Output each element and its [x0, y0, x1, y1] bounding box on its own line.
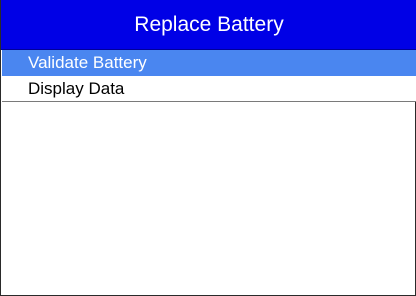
- device-screen: Replace Battery Validate Battery Display…: [0, 0, 416, 296]
- menu-list: Validate Battery Display Data: [2, 50, 416, 102]
- menu-item-display-data[interactable]: Display Data: [2, 76, 416, 102]
- menu-item-validate-battery[interactable]: Validate Battery: [2, 50, 416, 76]
- screen-title: Replace Battery: [1, 0, 416, 50]
